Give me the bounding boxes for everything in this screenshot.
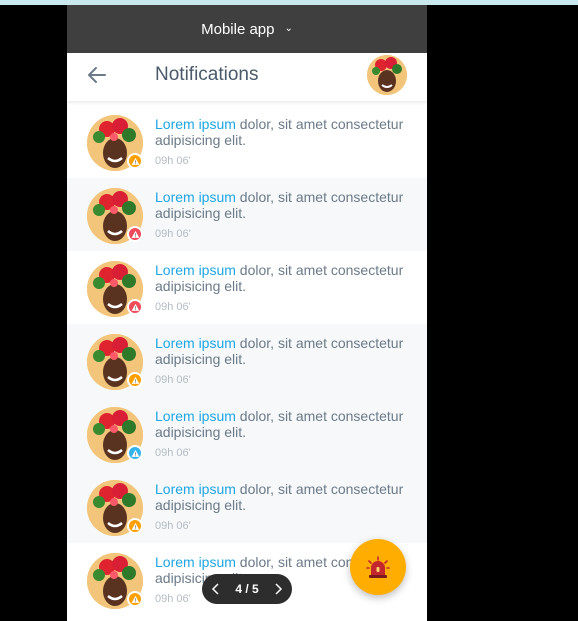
pagination-control: 4 / 5 — [202, 574, 292, 604]
notification-item[interactable]: Lorem ipsum dolor, sit amet consectetur … — [67, 178, 427, 251]
warning-icon — [127, 226, 143, 242]
notification-sender[interactable]: Lorem ipsum — [155, 408, 236, 424]
notification-item[interactable]: Lorem ipsum dolor, sit amet consectetur … — [67, 251, 427, 324]
chevron-right-icon[interactable] — [272, 583, 284, 595]
warning-icon — [127, 591, 143, 607]
warning-icon — [127, 445, 143, 461]
notification-message: Lorem ipsum dolor, sit amet consectetur … — [155, 262, 415, 294]
notification-time: 09h 06' — [155, 520, 191, 532]
notification-sender[interactable]: Lorem ipsum — [155, 554, 236, 570]
notification-time: 09h 06' — [155, 301, 191, 313]
notification-sender[interactable]: Lorem ipsum — [155, 189, 236, 205]
notification-sender[interactable]: Lorem ipsum — [155, 335, 236, 351]
alarm-button[interactable] — [350, 539, 406, 595]
back-arrow-icon[interactable] — [85, 63, 109, 87]
notification-message: Lorem ipsum dolor, sit amet consectetur … — [155, 481, 415, 513]
notification-sender[interactable]: Lorem ipsum — [155, 481, 236, 497]
alarm-siren-icon — [366, 556, 390, 578]
notification-time: 09h 06' — [155, 374, 191, 386]
user-avatar[interactable] — [367, 55, 407, 95]
chevron-left-icon[interactable] — [210, 583, 222, 595]
phone-frame: Mobile app ⌄ Notifications Lorem ipsum d… — [67, 5, 427, 621]
warning-icon — [127, 299, 143, 315]
notification-message: Lorem ipsum dolor, sit amet consectetur … — [155, 116, 415, 148]
notifications-header: Notifications — [67, 53, 427, 101]
warning-icon — [127, 372, 143, 388]
notification-item[interactable]: Lorem ipsum dolor, sit amet consectetur … — [67, 470, 427, 543]
notification-item[interactable]: Lorem ipsum dolor, sit amet consectetur … — [67, 397, 427, 470]
notification-sender[interactable]: Lorem ipsum — [155, 262, 236, 278]
page-title: Notifications — [155, 64, 259, 85]
notification-message: Lorem ipsum dolor, sit amet consectetur … — [155, 189, 415, 221]
notification-sender[interactable]: Lorem ipsum — [155, 116, 236, 132]
chevron-down-icon: ⌄ — [284, 22, 293, 34]
warning-icon — [127, 153, 143, 169]
notification-time: 09h 06' — [155, 228, 191, 240]
warning-icon — [127, 518, 143, 534]
notification-item[interactable]: Lorem ipsum dolor, sit amet consectetur … — [67, 324, 427, 397]
app-selector[interactable]: Mobile app ⌄ — [67, 5, 427, 53]
page-indicator: 4 / 5 — [235, 582, 259, 596]
notification-item[interactable]: Lorem ipsum dolor, sit amet consectetur … — [67, 105, 427, 178]
notification-message: Lorem ipsum dolor, sit amet consectetur … — [155, 408, 415, 440]
notification-message: Lorem ipsum dolor, sit amet consectetur … — [155, 335, 415, 367]
notification-time: 09h 06' — [155, 593, 191, 605]
user-photo — [367, 55, 407, 95]
notification-time: 09h 06' — [155, 155, 191, 167]
notification-time: 09h 06' — [155, 447, 191, 459]
app-title: Mobile app — [201, 20, 275, 38]
